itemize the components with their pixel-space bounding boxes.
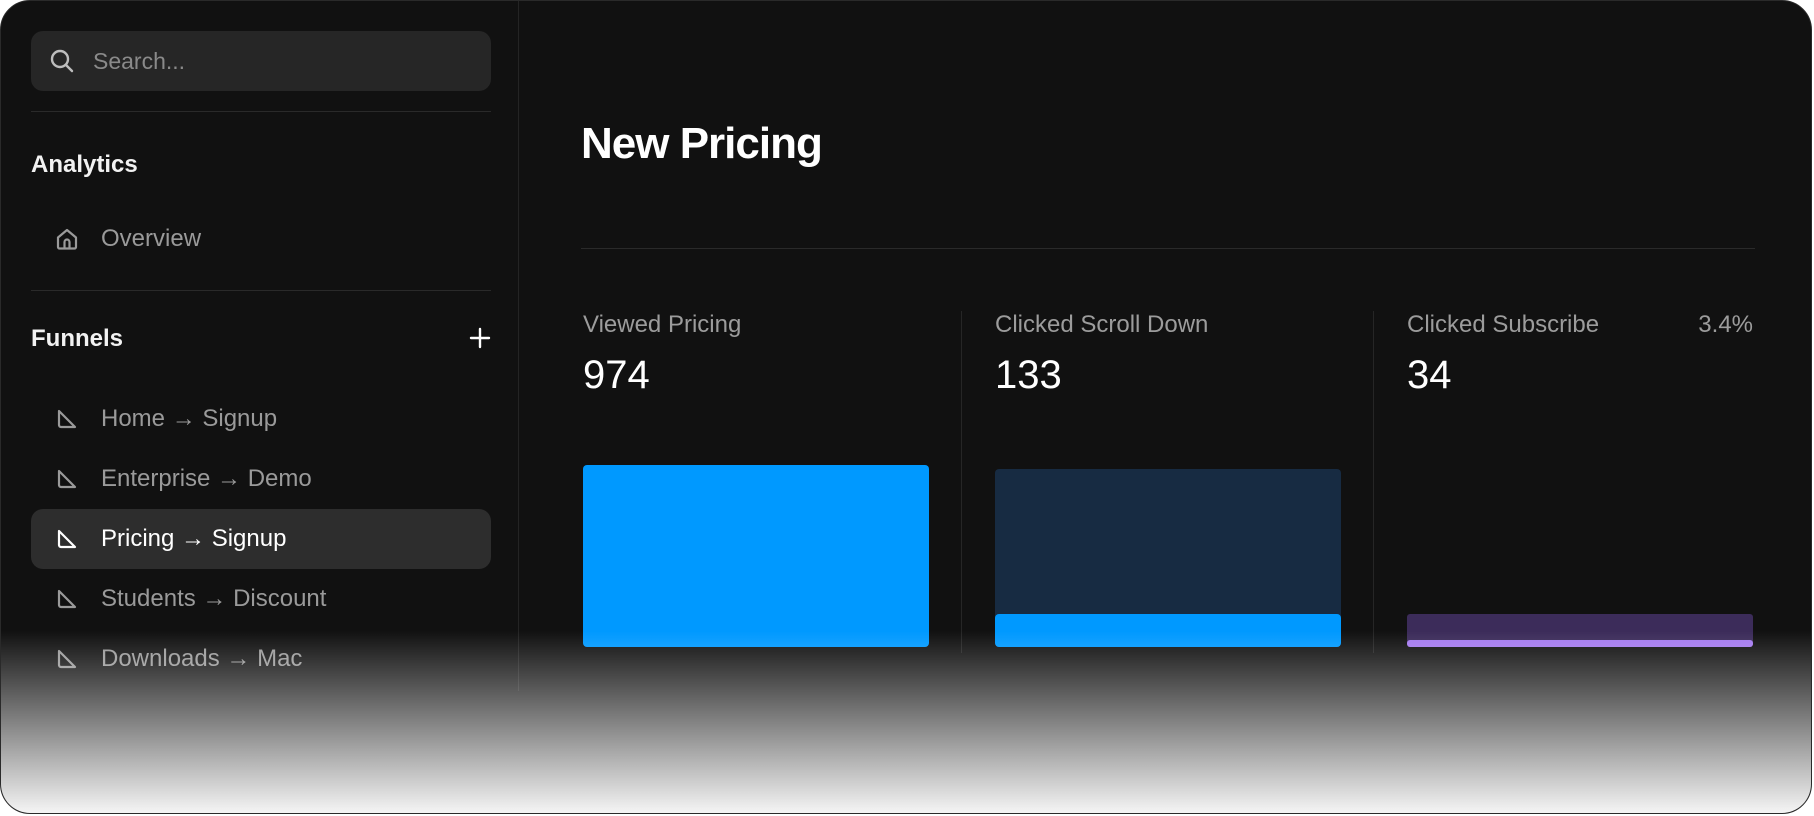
add-funnel-button[interactable] (465, 323, 495, 353)
sidebar-item-downloads-mac[interactable]: Downloads → Mac (31, 629, 491, 689)
search-box[interactable] (31, 31, 491, 91)
step-bar-area (583, 461, 929, 647)
step-bar-fill (995, 614, 1341, 647)
step-value: 974 (583, 353, 650, 397)
sidebar-item-students-discount[interactable]: Students → Discount (31, 569, 491, 629)
search-icon (50, 49, 74, 73)
sidebar-item-home-signup[interactable]: Home → Signup (31, 389, 491, 449)
step-separator (1373, 311, 1374, 653)
page-title: New Pricing (581, 119, 823, 168)
search-input[interactable] (91, 46, 475, 76)
home-icon (53, 226, 81, 252)
step-label: Clicked Subscribe (1407, 311, 1600, 338)
step-bar-fill (583, 465, 929, 647)
funnel-icon (53, 587, 81, 611)
funnel-icon (53, 407, 81, 431)
step-separator (961, 311, 962, 653)
step-value: 34 (1407, 353, 1452, 397)
step-label: Viewed Pricing (583, 311, 742, 338)
main-content: New Pricing Viewed Pricing 974 Clicked S… (519, 1, 1811, 701)
sidebar: Analytics Overview Funnels Home → Signup (1, 1, 519, 691)
funnel-icon (53, 527, 81, 551)
step-bar-fill (1407, 640, 1753, 647)
sidebar-item-label: Home → Signup (101, 405, 278, 432)
sidebar-item-label: Overview (101, 225, 202, 252)
step-label: Clicked Scroll Down (995, 311, 1209, 338)
step-bar-area (995, 461, 1341, 647)
sidebar-item-label: Students → Discount (101, 585, 327, 612)
funnels-section-title: Funnels (31, 325, 124, 352)
main-divider (581, 248, 1755, 249)
funnel-icon (53, 647, 81, 671)
funnel-step-clicked-scroll-down[interactable]: Clicked Scroll Down 133 (995, 311, 1341, 653)
conversion-percent: 3.4% (1698, 311, 1753, 338)
funnel-icon (53, 467, 81, 491)
sidebar-item-pricing-signup[interactable]: Pricing → Signup (31, 509, 491, 569)
sidebar-divider (31, 111, 491, 112)
sidebar-divider (31, 290, 491, 291)
sidebar-item-enterprise-demo[interactable]: Enterprise → Demo (31, 449, 491, 509)
step-bar-area (1407, 461, 1753, 647)
funnel-step-clicked-subscribe[interactable]: Clicked Subscribe 3.4% 34 (1407, 311, 1753, 653)
step-value: 133 (995, 353, 1062, 397)
sidebar-item-overview[interactable]: Overview (31, 209, 491, 269)
analytics-section-title: Analytics (31, 151, 138, 178)
plus-icon (469, 327, 491, 349)
sidebar-item-label: Enterprise → Demo (101, 465, 312, 492)
sidebar-item-label: Downloads → Mac (101, 645, 303, 672)
sidebar-item-label: Pricing → Signup (101, 525, 287, 552)
funnel-step-viewed-pricing[interactable]: Viewed Pricing 974 (583, 311, 929, 653)
app-window: Analytics Overview Funnels Home → Signup (0, 0, 1812, 814)
